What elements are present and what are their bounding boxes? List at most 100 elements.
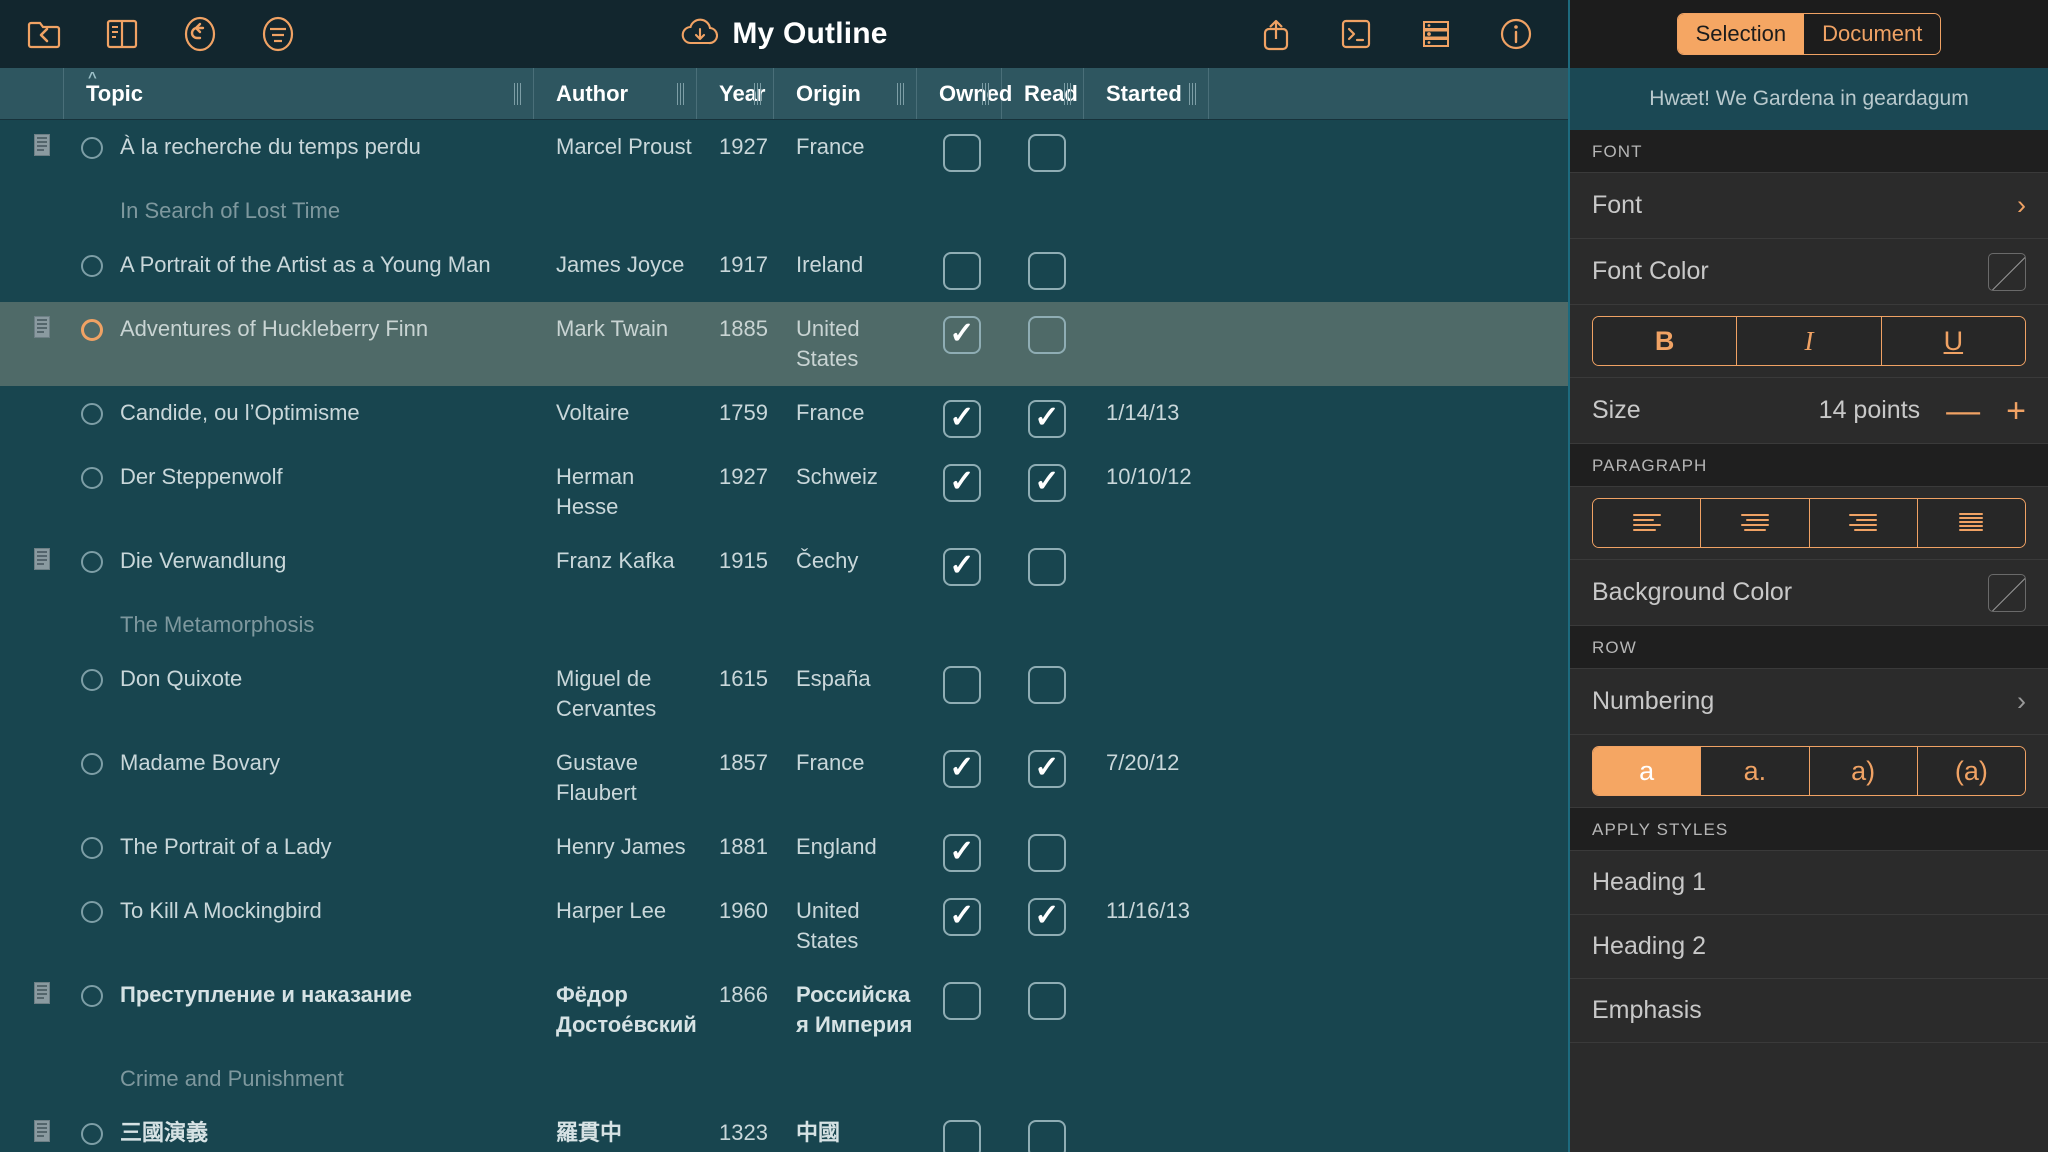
numbering-style-a-dot[interactable]: a.: [1701, 747, 1810, 795]
table-row[interactable]: Die Verwandlung Franz Kafka 1915 Čechy ✓: [0, 534, 1568, 598]
row-handle[interactable]: [81, 837, 103, 859]
checkbox[interactable]: [1028, 666, 1066, 704]
note-indicator-icon[interactable]: [34, 134, 50, 156]
row-handle[interactable]: [81, 1123, 103, 1145]
table-row[interactable]: Adventures of Huckleberry Finn Mark Twain…: [0, 302, 1568, 386]
column-resize-grip[interactable]: [514, 82, 525, 105]
column-header-owned[interactable]: Owned: [917, 68, 1012, 119]
column-resize-grip[interactable]: [897, 82, 908, 105]
terminal-icon[interactable]: [1334, 12, 1378, 56]
column-header-origin[interactable]: Origin: [774, 68, 917, 119]
note-indicator-icon[interactable]: [34, 982, 50, 1004]
checkbox[interactable]: [1028, 982, 1066, 1020]
row-handle[interactable]: [81, 467, 103, 489]
table-row[interactable]: 三國演義 羅貫中 1323 中國: [0, 1106, 1568, 1152]
row-handle[interactable]: [81, 319, 103, 341]
outline-note-row[interactable]: Crime and Punishment: [0, 1052, 1568, 1106]
share-icon[interactable]: [1254, 12, 1298, 56]
checkbox[interactable]: ✓: [1028, 898, 1066, 936]
filter-icon[interactable]: [256, 12, 300, 56]
checkbox[interactable]: ✓: [943, 898, 981, 936]
font-size-decrease-button[interactable]: —: [1946, 394, 1980, 428]
font-color-swatch[interactable]: [1988, 252, 2026, 291]
row-handle[interactable]: [81, 669, 103, 691]
note-indicator-icon[interactable]: [34, 316, 50, 338]
info-icon[interactable]: [1494, 12, 1538, 56]
font-row[interactable]: Font ›: [1570, 173, 2048, 239]
background-color-row[interactable]: Background Color: [1570, 560, 2048, 626]
folder-back-icon[interactable]: [22, 12, 66, 56]
note-indicator-icon[interactable]: [34, 1120, 50, 1142]
checkbox[interactable]: ✓: [943, 548, 981, 586]
apply-style-heading-2[interactable]: Heading 2: [1570, 915, 2048, 979]
checkbox[interactable]: ✓: [1028, 750, 1066, 788]
table-row[interactable]: To Kill A Mockingbird Harper Lee 1960 Unite…: [0, 884, 1568, 968]
font-color-row[interactable]: Font Color: [1570, 239, 2048, 305]
row-handle[interactable]: [81, 255, 103, 277]
checkbox[interactable]: [943, 1120, 981, 1152]
apply-style-heading-1[interactable]: Heading 1: [1570, 851, 2048, 915]
row-handle[interactable]: [81, 985, 103, 1007]
column-header-author[interactable]: Author: [534, 68, 697, 119]
tab-selection[interactable]: Selection: [1677, 14, 1805, 54]
row-handle[interactable]: [81, 551, 103, 573]
table-row[interactable]: Madame Bovary Gustave Flaubert 1857 France ✓…: [0, 736, 1568, 820]
checkbox[interactable]: ✓: [943, 400, 981, 438]
checkbox[interactable]: ✓: [943, 316, 981, 354]
numbering-row[interactable]: Numbering ›: [1570, 669, 2048, 735]
numbering-style-a-parens[interactable]: (a): [1917, 747, 2025, 795]
row-handle[interactable]: [81, 137, 103, 159]
checkbox[interactable]: [943, 982, 981, 1020]
table-row[interactable]: Candide, ou l’Optimisme Voltaire 1759 Franc…: [0, 386, 1568, 450]
checkbox[interactable]: ✓: [943, 750, 981, 788]
table-row[interactable]: Don Quixote Miguel de Cervantes 1615 España: [0, 652, 1568, 736]
italic-button[interactable]: I: [1737, 317, 1882, 365]
column-resize-grip[interactable]: [677, 82, 688, 105]
apply-style-emphasis[interactable]: Emphasis: [1570, 979, 2048, 1043]
column-header-year[interactable]: Year: [697, 68, 774, 119]
numbering-style-a-paren[interactable]: a): [1809, 747, 1918, 795]
undo-icon[interactable]: [178, 12, 222, 56]
align-right-button[interactable]: [1809, 499, 1918, 547]
checkbox[interactable]: [1028, 834, 1066, 872]
checkbox[interactable]: [943, 666, 981, 704]
column-resize-grip[interactable]: [1189, 82, 1200, 105]
checkbox[interactable]: [1028, 1120, 1066, 1152]
checkbox[interactable]: [1028, 548, 1066, 586]
table-row[interactable]: Преступление и наказание Фёдор Достое́вск…: [0, 968, 1568, 1052]
align-left-button[interactable]: [1593, 499, 1702, 547]
rows-icon[interactable]: [1414, 12, 1458, 56]
checkbox[interactable]: [1028, 252, 1066, 290]
row-handle[interactable]: [81, 403, 103, 425]
row-handle[interactable]: [81, 753, 103, 775]
column-header-topic[interactable]: ^ Topic: [64, 68, 534, 119]
align-center-button[interactable]: [1701, 499, 1810, 547]
table-row[interactable]: The Portrait of a Lady Henry James 1881 Eng…: [0, 820, 1568, 884]
font-size-increase-button[interactable]: +: [2006, 394, 2026, 428]
sidebar-toggle-icon[interactable]: [100, 12, 144, 56]
checkbox[interactable]: [943, 134, 981, 172]
numbering-style-a[interactable]: a: [1593, 747, 1702, 795]
table-row[interactable]: Der Steppenwolf Herman Hesse 1927 Schweiz ✓ ✓…: [0, 450, 1568, 534]
underline-button[interactable]: U: [1881, 317, 2025, 365]
outline-note-row[interactable]: In Search of Lost Time: [0, 184, 1568, 238]
checkbox[interactable]: [943, 252, 981, 290]
align-justify-button[interactable]: [1917, 499, 2025, 547]
column-header-read[interactable]: Read: [1002, 68, 1084, 119]
bold-button[interactable]: B: [1593, 317, 1738, 365]
checkbox[interactable]: [1028, 316, 1066, 354]
background-color-swatch[interactable]: [1988, 573, 2026, 612]
outline-note-row[interactable]: The Metamorphosis: [0, 598, 1568, 652]
row-handle[interactable]: [81, 901, 103, 923]
checkbox[interactable]: [1028, 134, 1066, 172]
column-resize-grip[interactable]: [982, 82, 993, 105]
column-resize-grip[interactable]: [754, 82, 765, 105]
table-row[interactable]: À la recherche du temps perdu Marcel Prou…: [0, 120, 1568, 184]
note-indicator-icon[interactable]: [34, 548, 50, 570]
checkbox[interactable]: ✓: [1028, 400, 1066, 438]
checkbox[interactable]: ✓: [943, 834, 981, 872]
checkbox[interactable]: ✓: [1028, 464, 1066, 502]
column-resize-grip[interactable]: [1064, 82, 1075, 105]
column-header-started[interactable]: Started: [1084, 68, 1209, 119]
table-row[interactable]: A Portrait of the Artist as a Young Man J…: [0, 238, 1568, 302]
